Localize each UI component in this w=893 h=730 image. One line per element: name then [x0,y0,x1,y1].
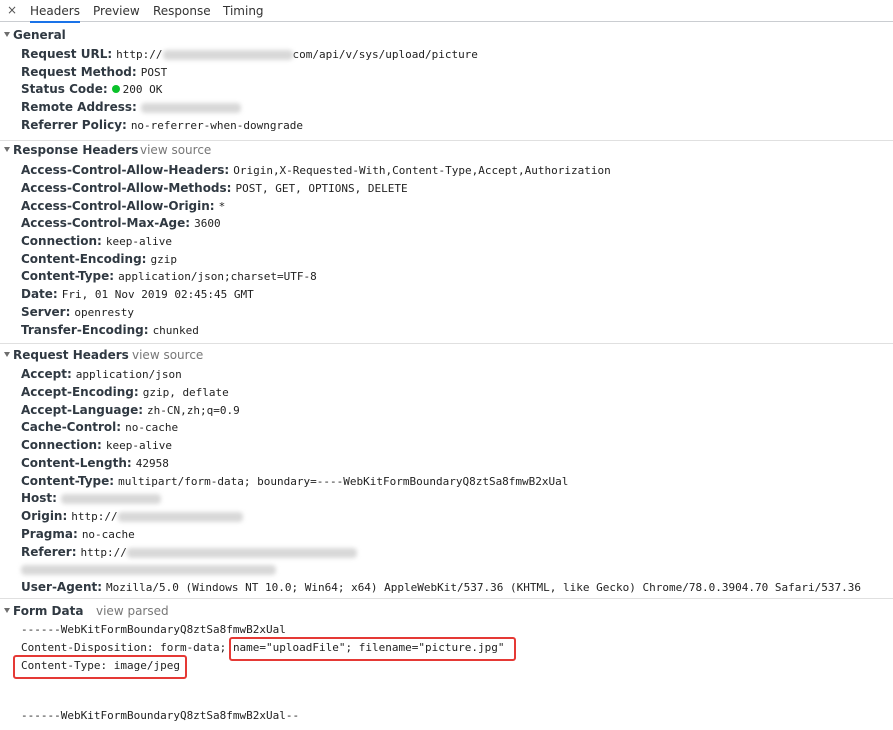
tab-headers[interactable]: Headers [30,3,80,23]
form-data-header[interactable]: Form Data [4,602,83,620]
header-row: Accept: application/json [21,367,182,381]
header-key: Access-Control-Allow-Methods: [21,181,232,195]
status-ok-dot-icon [111,84,120,93]
header-key: Access-Control-Max-Age: [21,216,191,230]
origin-row: Origin: http:// [21,507,243,525]
request-method-row: Request Method: POST [21,63,167,81]
close-icon[interactable]: × [5,3,19,17]
referrer-policy-row: Referrer Policy: no-referrer-when-downgra… [21,116,303,134]
triangle-down-icon [4,352,10,357]
user-agent-row: User-Agent: Mozilla/5.0 (Windows NT 10.0;… [21,580,862,594]
remote-address-row: Remote Address: [21,98,241,116]
header-value: Origin,X-Requested-With,Content-Type,Acc… [233,164,611,177]
header-row: Content-Type: application/json;charset=UT… [21,267,317,285]
request-view-source-link[interactable]: view source [132,346,203,364]
request-method-value: POST [140,66,168,79]
header-key: Server: [21,305,71,319]
header-key: Content-Encoding: [21,252,147,266]
header-key: Connection: [21,234,102,248]
header-value: openresty [74,306,134,319]
tab-timing[interactable]: Timing [223,3,264,21]
highlight-box-content-type [13,655,187,679]
header-value: 3600 [194,217,221,230]
response-headers-header[interactable]: Response Headers [4,141,138,159]
redacted-blur [162,50,293,60]
header-row: Access-Control-Allow-Origin: * [21,197,225,215]
tab-response[interactable]: Response [153,3,211,21]
triangle-down-icon [4,147,10,152]
redacted-blur [21,564,276,575]
header-value: application/json;charset=UTF-8 [118,270,317,283]
form-data-section: Form Data view parsed ------WebKitFormBo… [0,598,893,730]
header-value: POST, GET, OPTIONS, DELETE [235,182,408,195]
referer-continuation [21,560,276,578]
referrer-policy-key: Referrer Policy: [21,118,127,132]
header-row: Access-Control-Max-Age: 3600 [21,214,221,232]
header-row: Connection: keep-alive [21,232,172,250]
redacted-blur [60,494,161,504]
form-data-title: Form Data [13,604,84,618]
redacted-blur [140,103,241,113]
header-row: Accept-Language: zh-CN,zh;q=0.9 [21,403,240,417]
header-value: Fri, 01 Nov 2019 02:45:45 GMT [61,288,254,301]
header-row: Content-Type: multipart/form-data; bounda… [21,474,569,488]
header-key: Transfer-Encoding: [21,323,149,337]
request-url-key: Request URL: [21,47,113,61]
status-code-row: Status Code: 200 OK [21,80,162,98]
general-section: General Request URL: http://com/api/v/sys… [0,22,893,138]
request-headers-title: Request Headers [13,348,129,362]
referer-row: Referer: http:// [21,543,357,561]
referrer-policy-value: no-referrer-when-downgrade [130,119,303,132]
header-row: Server: openresty [21,303,134,321]
header-row: Content-Length: 42958 [21,456,169,470]
request-headers-section: Request Headers view source Accept: appli… [0,343,893,598]
header-value: gzip [150,253,177,266]
request-url-value: http://com/api/v/sys/upload/picture [116,48,478,61]
remote-address-value [140,101,241,114]
header-row: Connection: keep-alive [21,438,173,452]
host-row: Host: [21,489,161,507]
header-row: Content-Encoding: gzip [21,250,177,268]
header-row: Date: Fri, 01 Nov 2019 02:45:45 GMT [21,285,254,303]
tab-preview[interactable]: Preview [93,3,140,21]
header-key: Access-Control-Allow-Origin: [21,199,215,213]
highlight-box-filename [229,637,516,661]
header-key: Date: [21,287,58,301]
request-headers-header[interactable]: Request Headers [4,346,129,364]
status-code-value: 200 OK [122,83,163,96]
boundary-end-line: ------WebKitFormBoundaryQ8ztSa8fmwB2xUal… [21,709,300,722]
header-value: chunked [152,324,199,337]
general-header[interactable]: General [4,26,66,44]
header-key: Access-Control-Allow-Headers: [21,163,230,177]
request-method-key: Request Method: [21,65,137,79]
triangle-down-icon [4,608,10,613]
pragma-row: Pragma: no-cache [21,527,135,541]
response-headers-title: Response Headers [13,143,139,157]
header-row: Access-Control-Allow-Headers: Origin,X-Re… [21,161,611,179]
header-value: keep-alive [105,235,173,248]
header-row: Cache-Control: no-cache [21,420,179,434]
header-row: Access-Control-Allow-Methods: POST, GET, … [21,179,408,197]
remote-address-key: Remote Address: [21,100,137,114]
view-parsed-link[interactable]: view parsed [96,602,169,620]
header-key: Content-Type: [21,269,115,283]
header-row: Transfer-Encoding: chunked [21,321,199,339]
disposition-prefix: Content-Disposition: form-data; [21,641,227,654]
header-value: * [218,200,226,213]
triangle-down-icon [4,32,10,37]
request-url-row: Request URL: http://com/api/v/sys/upload/… [21,45,478,63]
general-title: General [13,28,66,42]
redacted-blur [126,548,357,558]
response-headers-section: Response Headers view source Access-Cont… [0,140,893,341]
header-row: Accept-Encoding: gzip, deflate [21,385,229,399]
status-code-key: Status Code: [21,82,108,96]
devtools-tab-bar: × Headers Preview Response Timing [0,0,893,23]
response-view-source-link[interactable]: view source [140,141,211,159]
redacted-blur [117,512,243,522]
